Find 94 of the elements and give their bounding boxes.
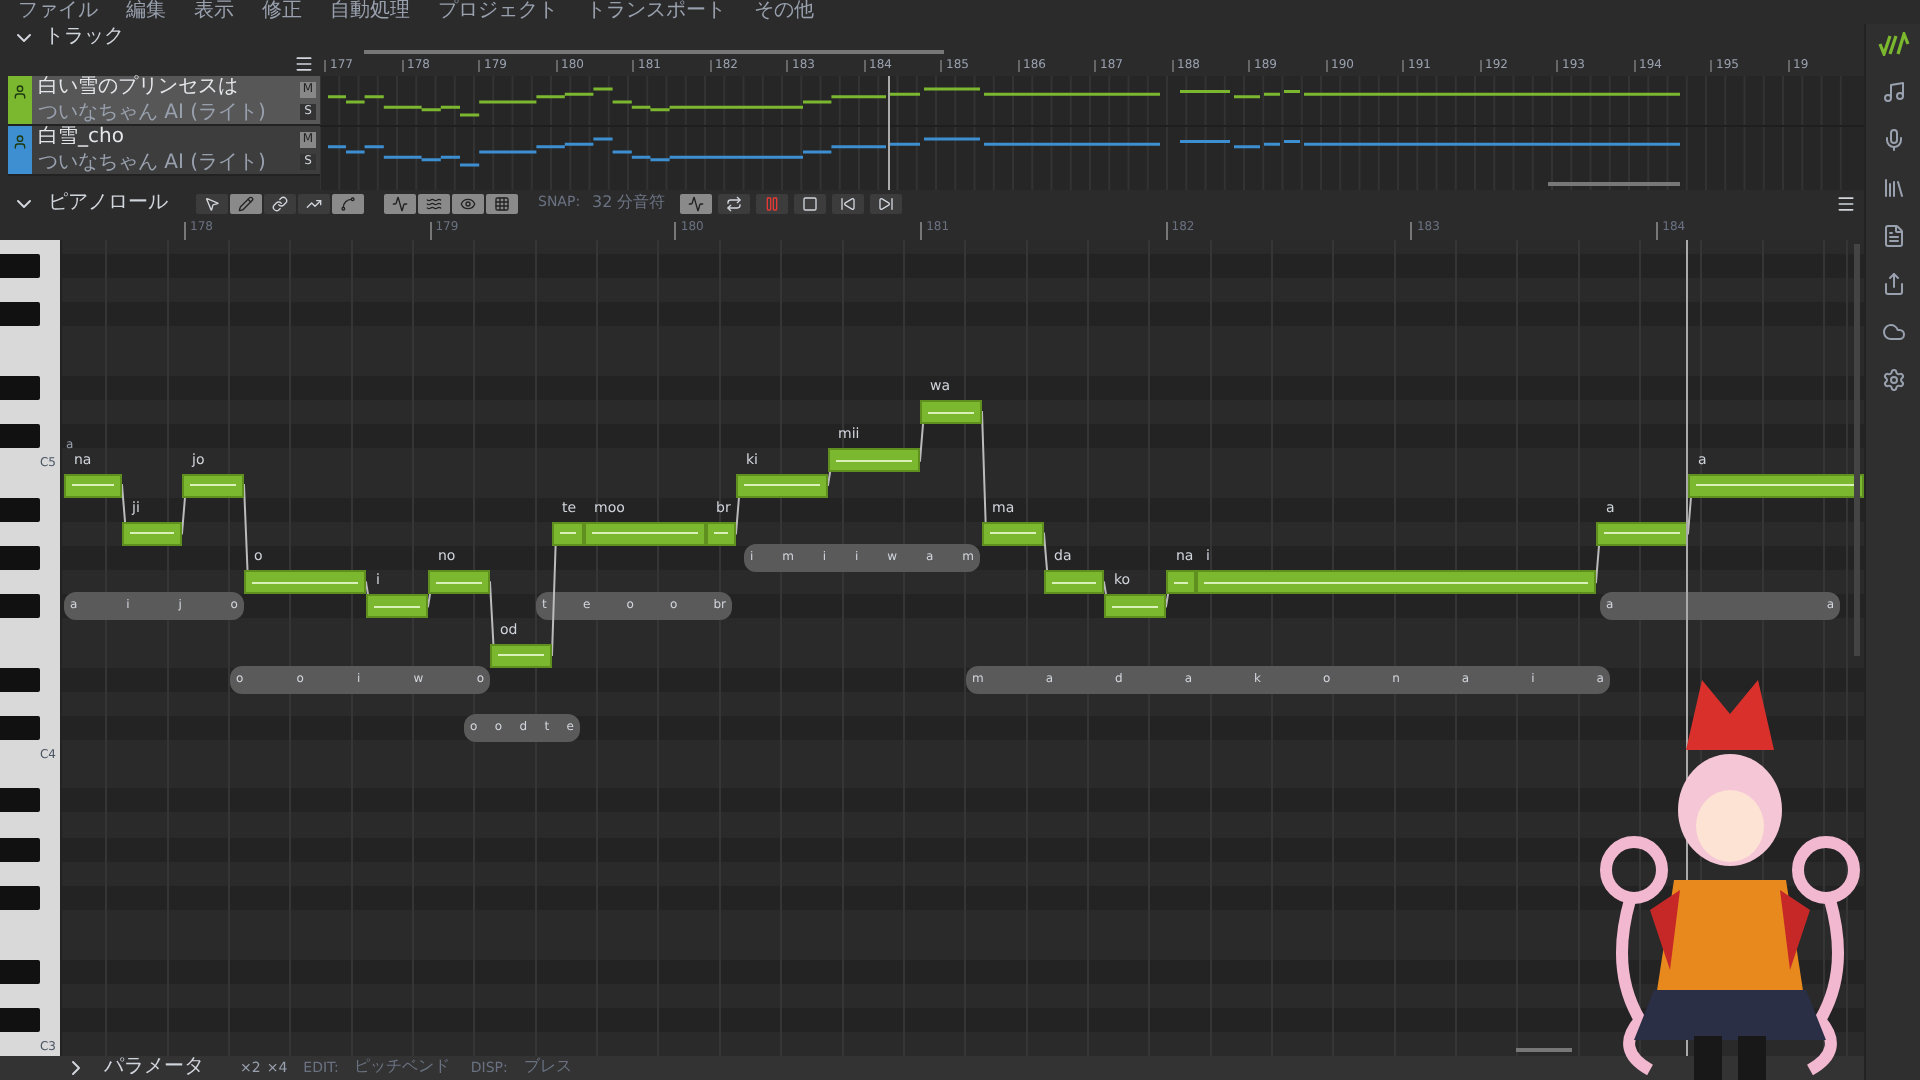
note-block[interactable] (828, 448, 920, 473)
note-block[interactable] (982, 521, 1044, 546)
note-block[interactable] (584, 521, 706, 546)
sharp-key[interactable] (0, 497, 40, 522)
note-block[interactable] (1044, 570, 1104, 595)
note-block[interactable] (552, 521, 584, 546)
note-block[interactable] (1104, 594, 1166, 619)
menu-icon[interactable] (294, 53, 314, 73)
grid-tool-button[interactable] (486, 193, 518, 213)
wave-icon (426, 195, 442, 211)
music-note-icon[interactable] (1881, 80, 1905, 104)
step-tool-button[interactable] (298, 193, 330, 213)
note-block[interactable] (428, 570, 490, 595)
pen-icon (238, 195, 254, 211)
scrollbar-thumb[interactable] (1548, 182, 1680, 186)
menu-item[interactable]: その他 (754, 2, 814, 22)
menu-item[interactable]: 編集 (126, 2, 166, 22)
link-icon (272, 195, 288, 211)
note-block[interactable] (64, 473, 122, 497)
stop-icon (801, 195, 818, 211)
note-block[interactable] (244, 570, 366, 595)
scrollbar-thumb[interactable] (364, 50, 944, 54)
pause-tool-button[interactable] (755, 193, 788, 213)
scrollbar-thumb[interactable] (1516, 1048, 1572, 1052)
eye-tool-button[interactable] (452, 193, 484, 213)
eye-icon (460, 195, 476, 211)
sharp-key[interactable] (0, 667, 40, 692)
sharp-key[interactable] (0, 424, 40, 449)
menu-item[interactable]: ファイル (18, 2, 98, 22)
scrollbar[interactable] (1854, 244, 1860, 656)
note-block[interactable] (736, 473, 828, 497)
rewind-icon (839, 195, 856, 211)
menu-item[interactable]: 表示 (194, 2, 234, 22)
sharp-key[interactable] (0, 788, 40, 813)
export-icon[interactable] (1881, 272, 1905, 296)
menu-item[interactable]: 自動処理 (330, 2, 410, 22)
track-name: 白い雪のプリンセスは (38, 76, 240, 98)
forward-tool-button[interactable] (869, 193, 902, 213)
menu-item[interactable]: トランスポート (586, 2, 726, 22)
logo-icon[interactable] (1877, 32, 1909, 56)
note-block[interactable] (490, 643, 552, 668)
snap-value[interactable]: 32 分音符 (592, 195, 666, 211)
grid-icon (494, 195, 510, 211)
settings-icon[interactable] (1881, 368, 1905, 392)
person-icon (12, 134, 28, 150)
microphone-icon[interactable] (1881, 128, 1905, 152)
sharp-key[interactable] (0, 302, 40, 327)
note-block[interactable] (1596, 521, 1688, 546)
sharp-key[interactable] (0, 254, 40, 279)
sharp-key[interactable] (0, 959, 40, 983)
curve-icon (340, 195, 356, 211)
stop-tool-button[interactable] (793, 193, 826, 213)
snap-tool-button[interactable] (679, 193, 712, 213)
singer-name: ついなちゃん AI (ライト) (38, 102, 268, 124)
loop-icon (725, 195, 742, 211)
sharp-key[interactable] (0, 886, 40, 911)
curve-tool-button[interactable] (332, 193, 364, 213)
link-tool-button[interactable] (264, 193, 296, 213)
note-block[interactable] (122, 521, 182, 546)
document-icon[interactable] (1881, 224, 1905, 248)
line-tool-button[interactable] (384, 193, 416, 213)
panel-title: パラメータ (104, 1058, 204, 1078)
person-icon (12, 84, 28, 100)
note-block[interactable] (1196, 570, 1596, 595)
pointer-tool-button[interactable] (196, 193, 228, 213)
note-block[interactable] (182, 473, 244, 497)
line-icon (392, 195, 408, 211)
loop-tool-button[interactable] (717, 193, 750, 213)
pause-icon (763, 195, 780, 211)
pen-tool-button[interactable] (230, 193, 262, 213)
note-block[interactable] (1166, 570, 1196, 595)
track-name: 白雪_cho (38, 126, 126, 148)
note-block[interactable] (920, 400, 982, 425)
playhead-line (888, 76, 890, 190)
sharp-key[interactable] (0, 594, 40, 619)
cloud-icon[interactable] (1881, 320, 1905, 344)
library-icon[interactable] (1881, 176, 1905, 200)
note-block[interactable] (706, 521, 736, 546)
menu-icon[interactable] (1836, 193, 1856, 213)
panel-title: ピアノロール (48, 193, 168, 213)
pitch-overview-drawing[interactable] (320, 76, 1864, 190)
sharp-key[interactable] (0, 375, 40, 400)
sharp-key[interactable] (0, 837, 40, 862)
pointer-icon (204, 195, 220, 211)
note-block[interactable] (1688, 473, 1864, 497)
rewind-tool-button[interactable] (831, 193, 864, 213)
menu-item[interactable]: 修正 (262, 2, 302, 22)
wave-tool-button[interactable] (418, 193, 450, 213)
note-block[interactable] (366, 594, 428, 619)
panel-title: トラック (44, 27, 124, 47)
forward-icon (877, 195, 894, 211)
sharp-key[interactable] (0, 1007, 40, 1032)
sharp-key[interactable] (0, 545, 40, 570)
singer-name: ついなちゃん AI (ライト) (38, 152, 268, 174)
